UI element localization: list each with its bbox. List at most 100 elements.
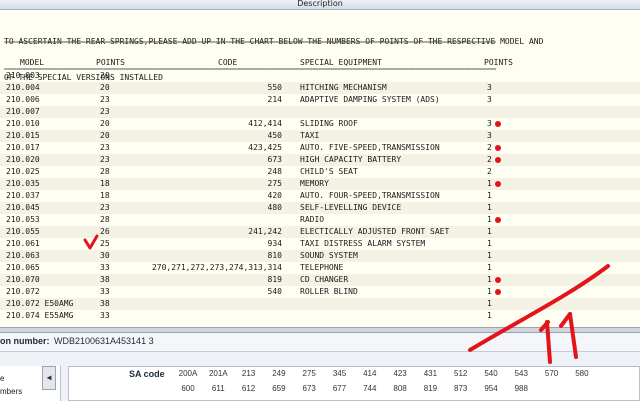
red-dot-marker [495,217,501,223]
sa-code-cell: 431 [423,369,438,378]
cell-special-equipment: RADIO [300,215,325,224]
cell-points: 33 [100,287,110,296]
table-row: 210.010 20 412,414 SLIDING ROOF 3 [0,118,640,130]
sa-code-label: SA code [129,369,165,379]
cell-code: 275 [267,179,282,188]
table-row: 210.003 20 [0,70,640,82]
cell-points: 38 [100,275,110,284]
sa-code-cell: 543 [514,369,528,378]
cell-model: 210.061 [6,239,40,248]
vin-label: on number: [0,336,50,346]
cell-code: 423,425 [248,143,282,152]
cell-model: 210.072 [6,287,40,296]
sa-code-cell: 611 [211,384,225,393]
scroll-left-button[interactable]: ◀ [42,366,56,390]
cell-code: 673 [267,155,282,164]
table-row: 210.065 33 270,271,272,273,274,313,314 TELE… [0,262,640,274]
cell-points: 33 [100,263,110,272]
table-row: 210.006 23 214 ADAPTIVE DAMPING SYSTEM (ADS… [0,94,640,106]
cell-points: 23 [100,107,110,116]
cell-special-equipment: HITCHING MECHANISM [300,83,387,92]
red-dot-marker [495,277,501,283]
cell-points: 23 [100,203,110,212]
table-row: 210.072 E50AMG 38 1 [0,298,640,310]
cell-points: 20 [100,71,110,80]
cell-points-2: 2 [487,167,492,176]
cell-points: 23 [100,95,110,104]
cell-special-equipment: CHILD'S SEAT [300,167,358,176]
cell-model: 210.017 [6,143,40,152]
side-list-item-1[interactable]: e [0,374,4,383]
cell-points: 23 [100,155,110,164]
cell-model: 210.015 [6,131,40,140]
cell-points: 18 [100,179,110,188]
cell-code: 248 [267,167,282,176]
cell-model: 210.045 [6,203,40,212]
table-row: 210.072 33 540 ROLLER BLIND 1 [0,286,640,298]
cell-model: 210.004 [6,83,40,92]
cell-points: 18 [100,191,110,200]
cell-model: 210.055 [6,227,40,236]
sa-code-cell: 580 [575,369,589,378]
cell-code: 934 [267,239,282,248]
table-row: 210.045 23 480 SELF-LEVELLING DEVICE 1 [0,202,640,214]
cell-code: 270,271,272,273,274,313,314 [151,263,282,272]
cell-code: 819 [267,275,282,284]
cell-points: 38 [100,299,110,308]
cell-points-2: 2 [487,155,492,164]
sa-code-cell: 249 [272,369,286,378]
table-row: 210.070 38 819 CD CHANGER 1 [0,274,640,286]
cell-points-2: 1 [487,311,492,320]
cell-special-equipment: ADAPTIVE DAMPING SYSTEM (ADS) [300,95,440,104]
sa-code-cell: 600 [181,384,195,393]
sa-code-cell: 213 [241,369,256,378]
cell-model: 210.025 [6,167,40,176]
cell-special-equipment: TELEPHONE [300,263,344,272]
cell-code: 550 [267,83,282,92]
cell-model: 210.070 [6,275,40,284]
sa-code-cell: 540 [484,369,498,378]
cell-points-2: 1 [487,227,492,236]
red-dot-marker [495,157,501,163]
table-row: 210.061 25 934 TAXI DISTRESS ALARM SYSTEM 1 [0,238,640,250]
cell-special-equipment: SELF-LEVELLING DEVICE [300,203,402,212]
red-dot-marker [495,121,501,127]
cell-model: 210.007 [6,107,40,116]
cell-points-2: 1 [487,287,492,296]
cell-model: 210.063 [6,251,40,260]
sa-code-cell: 570 [544,369,559,378]
cell-model: 210.010 [6,119,40,128]
cell-special-equipment: MEMORY [300,179,329,188]
sa-code-cell: 954 [484,384,498,393]
table-row: 210.004 20 550 HITCHING MECHANISM 3 [0,82,640,94]
sa-code-cell: 744 [363,384,377,393]
cell-model: 210.065 [6,263,40,272]
sa-code-cell: 201A [208,369,228,378]
cell-points-2: 3 [487,83,492,92]
sa-code-cell: 677 [332,384,347,393]
table-row: 210.007 23 [0,106,640,118]
cell-code: 420 [267,191,282,200]
cell-points: 20 [100,119,110,128]
window-title: Description [297,0,343,8]
table-row: 210.015 20 450 TAXI 3 [0,130,640,142]
side-list-item-2[interactable]: mbers [0,387,22,396]
cell-code: 540 [267,287,282,296]
cell-code: 241,242 [248,227,282,236]
vin-bar: on number: WDB2100631A453141 3 [0,333,640,352]
table-row: 210.074 E55AMG 33 1 [0,310,640,322]
cell-code: 214 [267,95,282,104]
vin-value: WDB2100631A453141 3 [54,336,154,346]
sa-code-cell: 808 [393,384,407,393]
cell-points: 26 [100,227,110,236]
cell-model: 210.006 [6,95,40,104]
sa-code-cell: 200A [178,369,198,378]
cell-points: 28 [100,215,110,224]
table-row: 210.025 28 248 CHILD'S SEAT 2 [0,166,640,178]
cell-model: 210.020 [6,155,40,164]
table-row: 210.017 23 423,425 AUTO. FIVE-SPEED,TRANSMI… [0,142,640,154]
cell-model: 210.074 E55AMG [6,311,74,320]
cell-points-2: 1 [487,203,492,212]
cell-special-equipment: SLIDING ROOF [300,119,358,128]
cell-special-equipment: AUTO. FOUR-SPEED,TRANSMISSION [300,191,440,200]
